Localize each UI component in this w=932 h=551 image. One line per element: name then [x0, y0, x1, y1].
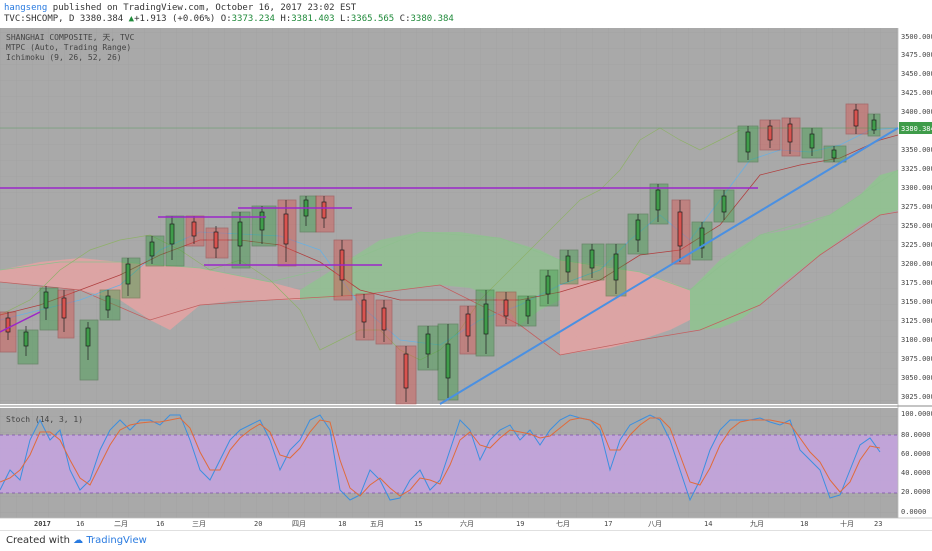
svg-text:2017: 2017 [34, 520, 51, 528]
svg-text:3475.000: 3475.000 [901, 51, 932, 59]
publish-info: published on TradingView.com, October 16… [47, 3, 357, 13]
svg-text:3100.000: 3100.000 [901, 336, 932, 344]
last-price: 3380.384 [79, 14, 124, 24]
price-axis[interactable] [898, 28, 932, 518]
svg-text:3250.000: 3250.000 [901, 222, 932, 230]
legend-mtpc: MTPC (Auto, Trading Range) [6, 43, 131, 52]
svg-text:18: 18 [338, 520, 346, 528]
legend-ichimoku: Ichimoku (9, 26, 52, 26) [6, 53, 122, 62]
chart-area[interactable]: SHANGHAI COMPOSITE, 天, TVC MTPC (Auto, T… [0, 27, 932, 530]
svg-text:0.0000: 0.0000 [901, 508, 926, 516]
svg-text:19: 19 [516, 520, 524, 528]
svg-text:16: 16 [156, 520, 164, 528]
svg-text:三月: 三月 [192, 520, 206, 528]
svg-text:五月: 五月 [370, 520, 384, 528]
stoch-band [0, 435, 898, 493]
svg-text:18: 18 [800, 520, 808, 528]
open-value: 3373.234 [231, 14, 275, 24]
legend-symbol: SHANGHAI COMPOSITE, 天, TVC [6, 33, 135, 42]
open-label: O: [220, 14, 232, 24]
svg-text:3050.000: 3050.000 [901, 374, 932, 382]
svg-text:40.0000: 40.0000 [901, 469, 931, 477]
ohlc-line: TVC:SHCOMP, D 3380.384 ▲+1.913 (+0.06%) … [4, 14, 454, 24]
author-link[interactable]: hangseng [4, 3, 47, 13]
svg-text:九月: 九月 [750, 519, 764, 528]
svg-text:3125.000: 3125.000 [901, 317, 932, 325]
created-with-label: Created with [6, 535, 70, 546]
close-value: 3380.384 [410, 14, 454, 24]
svg-text:14: 14 [704, 520, 712, 528]
publish-line: hangseng published on TradingView.com, O… [4, 3, 356, 13]
svg-text:七月: 七月 [556, 519, 570, 528]
svg-text:3025.000: 3025.000 [901, 393, 932, 401]
last-price-badge: 3380.384 [899, 122, 932, 134]
svg-text:3425.000: 3425.000 [901, 89, 932, 97]
svg-text:3450.000: 3450.000 [901, 70, 932, 78]
svg-text:3075.000: 3075.000 [901, 355, 932, 363]
legend-stoch: Stoch (14, 3, 1) [6, 415, 83, 424]
high-label: H: [280, 14, 292, 24]
chart-svg[interactable]: SHANGHAI COMPOSITE, 天, TVC MTPC (Auto, T… [0, 27, 932, 530]
svg-text:60.0000: 60.0000 [901, 450, 931, 458]
change-value: +1.913 (+0.06%) [134, 14, 216, 24]
symbol-label: TVC:SHCOMP, D [4, 14, 75, 24]
svg-text:3200.000: 3200.000 [901, 260, 932, 268]
chart-header: hangseng published on TradingView.com, O… [0, 0, 932, 27]
svg-text:3380.384: 3380.384 [901, 125, 932, 133]
svg-text:3350.000: 3350.000 [901, 146, 932, 154]
svg-text:20: 20 [254, 520, 262, 528]
footer: Created with ☁ TradingView [0, 530, 932, 551]
tradingview-link[interactable]: TradingView [86, 535, 146, 546]
low-label: L: [340, 14, 351, 24]
svg-text:3400.000: 3400.000 [901, 108, 932, 116]
svg-text:16: 16 [76, 520, 84, 528]
svg-text:3300.000: 3300.000 [901, 184, 932, 192]
svg-text:3325.000: 3325.000 [901, 165, 932, 173]
svg-text:3150.000: 3150.000 [901, 298, 932, 306]
low-value: 3365.565 [350, 14, 395, 24]
svg-text:四月: 四月 [292, 520, 306, 528]
high-value: 3381.403 [291, 14, 335, 24]
svg-text:15: 15 [414, 520, 422, 528]
svg-text:十月: 十月 [840, 519, 854, 528]
tradingview-logo-icon[interactable]: ☁ [73, 535, 83, 546]
svg-text:20.0000: 20.0000 [901, 488, 931, 496]
svg-text:3275.000: 3275.000 [901, 203, 932, 211]
svg-text:80.0000: 80.0000 [901, 431, 931, 439]
svg-text:二月: 二月 [114, 520, 128, 528]
credit-line: Created with ☁ TradingView [6, 535, 147, 546]
svg-text:六月: 六月 [460, 519, 474, 528]
close-label: C: [399, 14, 411, 24]
svg-text:100.0000: 100.0000 [901, 410, 932, 418]
svg-text:八月: 八月 [648, 520, 662, 528]
svg-text:17: 17 [604, 520, 612, 528]
svg-text:3175.000: 3175.000 [901, 279, 932, 287]
svg-text:3500.000: 3500.000 [901, 33, 932, 41]
svg-text:3225.000: 3225.000 [901, 241, 932, 249]
svg-text:23: 23 [874, 520, 882, 528]
